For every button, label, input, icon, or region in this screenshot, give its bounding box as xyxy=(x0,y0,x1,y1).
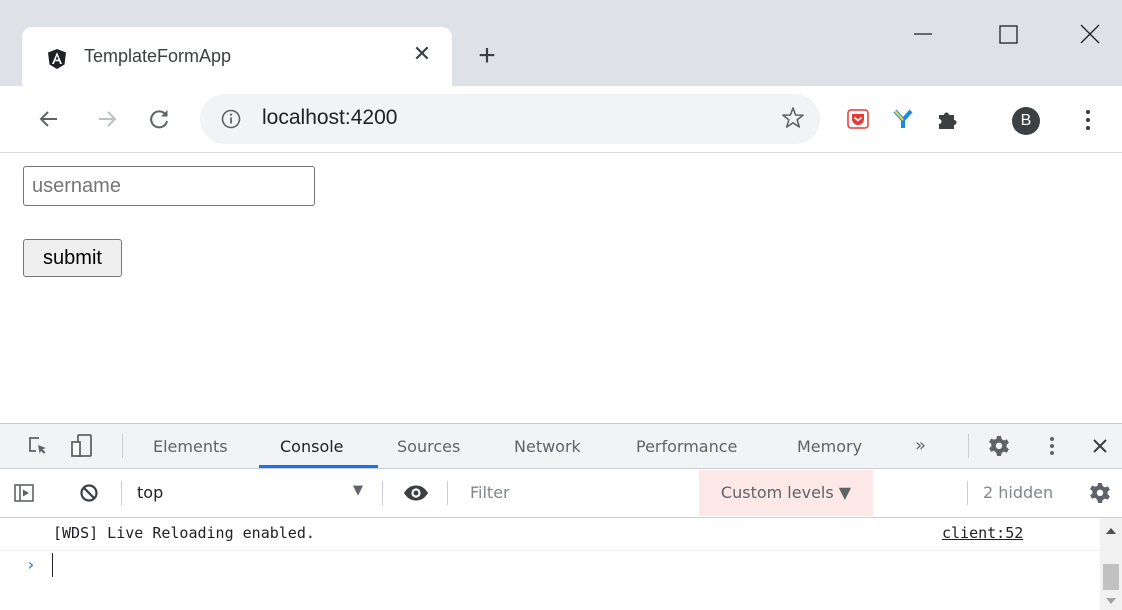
log-levels-dropdown[interactable]: Custom levels ▼ xyxy=(699,470,873,516)
page-content: submit xyxy=(0,153,1122,423)
tab-console[interactable]: Console xyxy=(280,437,344,456)
context-selector[interactable]: top xyxy=(137,483,163,502)
tab-network[interactable]: Network xyxy=(514,437,581,456)
console-message-text: [WDS] Live Reloading enabled. xyxy=(53,524,315,542)
close-tab-icon[interactable]: ✕ xyxy=(410,42,434,66)
scroll-down-arrow-icon[interactable] xyxy=(1106,598,1116,604)
close-window-icon[interactable] xyxy=(1070,14,1110,54)
console-output[interactable]: [WDS] Live Reloading enabled. client:52 … xyxy=(0,518,1100,610)
console-scrollbar[interactable] xyxy=(1100,518,1122,610)
console-input-caret[interactable] xyxy=(52,553,53,577)
separator xyxy=(967,481,968,505)
forward-arrow-icon[interactable] xyxy=(92,104,122,134)
devtools-panel: Elements Console Sources Network Perform… xyxy=(0,423,1122,610)
tab-sources[interactable]: Sources xyxy=(397,437,460,456)
back-arrow-icon[interactable] xyxy=(34,104,64,134)
active-tab-indicator xyxy=(259,465,378,468)
console-toolbar: top ▼ Custom levels ▼ 2 hidden xyxy=(0,469,1122,518)
separator xyxy=(447,481,448,505)
address-bar[interactable]: localhost:4200 xyxy=(200,94,820,144)
chevron-down-icon[interactable]: ▼ xyxy=(353,483,363,498)
console-settings-gear-icon[interactable] xyxy=(1088,481,1112,505)
filter-input[interactable] xyxy=(460,475,692,509)
username-input[interactable] xyxy=(23,166,315,206)
eye-icon[interactable] xyxy=(402,481,430,505)
profile-avatar[interactable]: B xyxy=(1012,107,1040,135)
y-extension-icon[interactable] xyxy=(890,106,916,132)
browser-titlebar: TemplateFormApp ✕ + xyxy=(0,0,1122,86)
more-tabs-icon[interactable]: » xyxy=(915,435,926,456)
submit-button[interactable]: submit xyxy=(23,239,122,277)
angular-logo-icon xyxy=(48,49,66,69)
console-prompt-icon: › xyxy=(26,555,36,574)
separator xyxy=(968,434,969,458)
tab-memory[interactable]: Memory xyxy=(797,437,862,456)
show-sidebar-icon[interactable] xyxy=(12,481,36,505)
clear-console-icon[interactable] xyxy=(77,481,101,505)
console-message-source-link[interactable]: client:52 xyxy=(942,524,1023,542)
inspect-element-icon[interactable] xyxy=(26,434,50,458)
console-message: [WDS] Live Reloading enabled. client:52 xyxy=(0,518,1100,551)
scrollbar-thumb[interactable] xyxy=(1103,564,1119,590)
devtools-tabbar: Elements Console Sources Network Perform… xyxy=(0,424,1122,469)
extensions-puzzle-icon[interactable] xyxy=(934,106,960,132)
separator xyxy=(122,434,123,458)
devtools-menu-icon[interactable] xyxy=(1046,434,1058,458)
new-tab-icon[interactable]: + xyxy=(472,41,502,72)
reload-icon[interactable] xyxy=(144,104,174,134)
hidden-messages-count: 2 hidden xyxy=(983,483,1054,502)
separator xyxy=(121,481,122,505)
maximize-window-icon[interactable] xyxy=(988,14,1028,54)
browser-toolbar: localhost:4200 B xyxy=(0,86,1122,153)
address-url[interactable]: localhost:4200 xyxy=(262,106,397,130)
browser-tab[interactable]: TemplateFormApp ✕ xyxy=(22,27,452,86)
browser-menu-icon[interactable] xyxy=(1080,106,1096,134)
scroll-up-arrow-icon[interactable] xyxy=(1106,528,1116,534)
pocket-extension-icon[interactable] xyxy=(845,106,871,132)
tab-performance[interactable]: Performance xyxy=(636,437,737,456)
bookmark-star-icon[interactable] xyxy=(780,105,806,131)
info-icon[interactable] xyxy=(220,108,242,130)
close-devtools-icon[interactable] xyxy=(1090,436,1110,456)
tab-elements[interactable]: Elements xyxy=(153,437,228,456)
separator xyxy=(382,481,383,505)
tab-title: TemplateFormApp xyxy=(84,46,232,66)
settings-gear-icon[interactable] xyxy=(987,434,1011,458)
device-toolbar-icon[interactable] xyxy=(68,433,98,459)
minimize-window-icon[interactable] xyxy=(903,14,943,54)
